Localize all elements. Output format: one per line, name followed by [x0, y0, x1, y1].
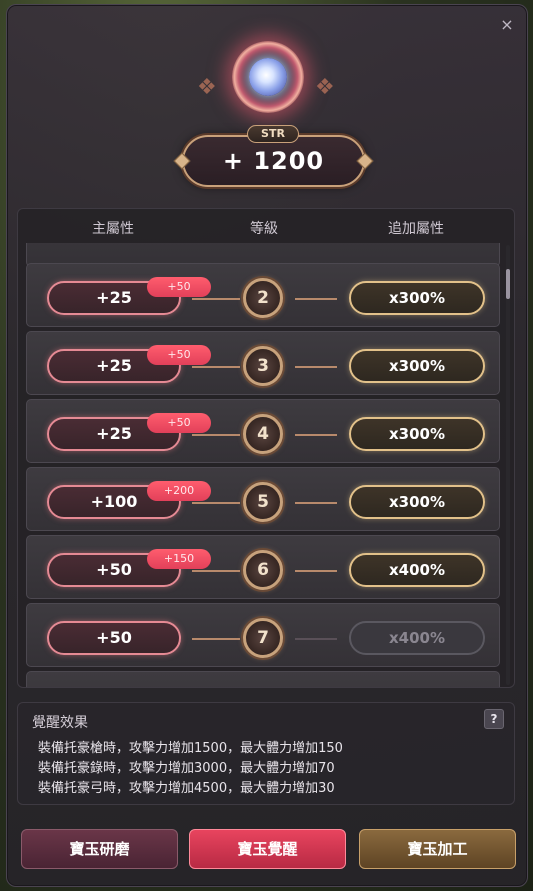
extra-attr-pill: x300%	[349, 485, 485, 519]
extra-attr-pill: x300%	[349, 417, 485, 451]
connector-line	[192, 366, 240, 368]
connector-line	[295, 638, 337, 640]
level-badge: 5	[243, 482, 283, 522]
stat-label: STR	[247, 125, 299, 143]
table-row-partial	[26, 671, 500, 687]
header-level: 等級	[250, 221, 278, 237]
effect-line: 裝備托豪錄時，攻擊力增加3000，最大體力增加70	[38, 761, 335, 776]
header-main: 主屬性	[92, 221, 134, 237]
effect-title: 覺醒效果	[32, 715, 88, 731]
gem-icon	[232, 41, 304, 113]
extra-attr-pill-locked: x400%	[349, 621, 485, 655]
connector-line	[192, 570, 240, 572]
main-attr-pill: +50	[47, 621, 181, 655]
diamond-left-icon	[173, 152, 191, 170]
connector-line	[295, 502, 337, 504]
bonus-tag: +50	[147, 277, 211, 297]
ornament-left-icon: ❖	[197, 75, 217, 100]
table-header: 主屬性 等級 追加屬性	[18, 209, 514, 243]
bonus-tag: +50	[147, 413, 211, 433]
table-rows[interactable]: +25 +50 2 x300% +25 +50 3 x300% +25 +50 …	[18, 243, 514, 687]
extra-attr-pill: x400%	[349, 553, 485, 587]
gem-awaken-button[interactable]: 寶玉覺醒	[189, 829, 346, 869]
level-badge: 4	[243, 414, 283, 454]
level-badge: 2	[243, 278, 283, 318]
connector-line	[192, 298, 240, 300]
attribute-table: 主屬性 等級 追加屬性 +25 +50 2 x300% +25 +50 3 x3…	[17, 208, 515, 688]
stat-value: + 1200	[222, 147, 325, 175]
connector-line	[192, 502, 240, 504]
ornament-right-icon: ❖	[315, 75, 335, 100]
diamond-right-icon	[356, 152, 374, 170]
table-row: +50 +150 6 x400%	[26, 535, 500, 599]
close-icon[interactable]: ×	[499, 17, 515, 33]
effect-line: 裝備托豪弓時，攻擊力增加4500，最大體力增加30	[38, 781, 335, 796]
connector-line	[192, 638, 240, 640]
gem-process-button[interactable]: 寶玉加工	[359, 829, 516, 869]
bonus-tag: +50	[147, 345, 211, 365]
bonus-tag: +200	[147, 481, 211, 501]
extra-attr-pill: x300%	[349, 349, 485, 383]
level-badge: 7	[243, 618, 283, 658]
level-badge: 3	[243, 346, 283, 386]
connector-line	[295, 298, 337, 300]
connector-line	[295, 570, 337, 572]
awaken-effect-box: 覺醒效果 ? 裝備托豪槍時，攻擊力增加1500，最大體力增加150 裝備托豪錄時…	[17, 702, 515, 805]
connector-line	[192, 434, 240, 436]
help-icon[interactable]: ?	[484, 709, 504, 729]
table-row: +100 +200 5 x300%	[26, 467, 500, 531]
scrollbar-thumb[interactable]	[506, 269, 510, 299]
table-scrollbar[interactable]	[506, 245, 510, 685]
table-row: +50 7 x400%	[26, 603, 500, 667]
table-row: +25 +50 2 x300%	[26, 263, 500, 327]
level-badge: 6	[243, 550, 283, 590]
table-row: +25 +50 4 x300%	[26, 399, 500, 463]
connector-line	[295, 366, 337, 368]
extra-attr-pill: x300%	[349, 281, 485, 315]
header-extra: 追加屬性	[388, 221, 444, 237]
effect-line: 裝備托豪槍時，攻擊力增加1500，最大體力增加150	[38, 741, 343, 756]
table-row: +25 +50 3 x300%	[26, 331, 500, 395]
connector-line	[295, 434, 337, 436]
bonus-tag: +150	[147, 549, 211, 569]
gem-polish-button[interactable]: 寶玉研磨	[21, 829, 178, 869]
